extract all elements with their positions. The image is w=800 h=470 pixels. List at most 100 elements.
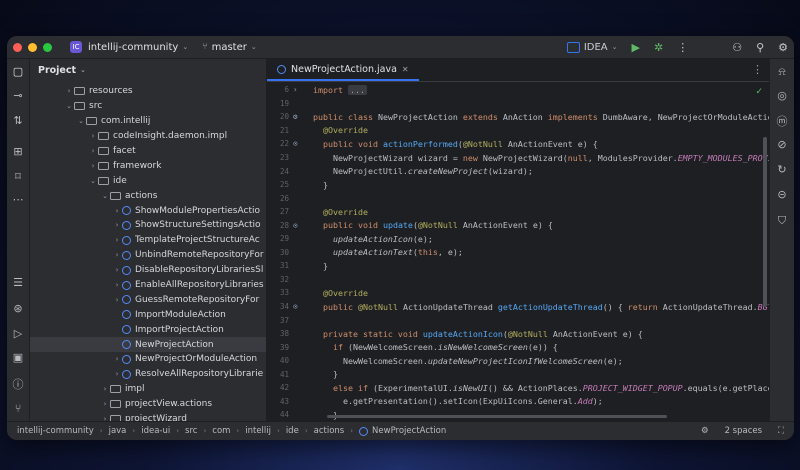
breadcrumb-item[interactable]: idea-ui [141,426,170,436]
terminal-icon[interactable]: ▣ [7,351,29,364]
chevron-right-icon[interactable]: › [88,132,98,140]
chevron-down-icon[interactable]: ⌄ [88,177,98,185]
tree-item[interactable]: › GuessRemoteRepositoryFor [30,292,266,307]
breadcrumb-item[interactable]: NewProjectAction [372,426,446,436]
chevron-right-icon[interactable]: › [64,87,74,95]
breadcrumb-item[interactable]: com [212,426,230,436]
tree-item[interactable]: ImportModuleAction [30,307,266,322]
memory-indicator-icon[interactable]: ⚙ [701,426,709,436]
tree-item[interactable]: › TemplateProjectStructureAc [30,233,266,248]
gutter-icon[interactable]: › [293,85,313,94]
code-line[interactable]: 34 ⊙ public @NotNull ActionUpdateThread g… [267,300,769,314]
tree-item[interactable]: › ShowStructureSettingsActio [30,218,266,233]
code-line[interactable]: 29 updateActionIcon(e); [267,232,769,246]
pull-requests-icon[interactable]: ⇅ [7,114,29,127]
horizontal-scrollbar[interactable] [327,415,667,418]
notifications-icon[interactable]: ⍾ [770,65,794,79]
gutter-icon[interactable]: ⊙ [293,302,313,311]
code-line[interactable]: 23 NewProjectWizard wizard = new NewProj… [267,151,769,165]
tree-item[interactable]: › framework [30,158,266,173]
tree-item[interactable]: › codeInsight.daemon.impl [30,129,266,144]
chevron-right-icon[interactable]: › [112,296,122,304]
tree-item[interactable]: › DisableRepositoryLibrariesSl [30,263,266,278]
code-line[interactable]: 32 [267,273,769,287]
code-line[interactable]: 30 updateActionText(this, e); [267,246,769,260]
code-line[interactable]: 21 @Override [267,124,769,138]
chevron-right-icon[interactable]: › [112,281,122,289]
gutter-icon[interactable]: ⊙ [293,221,313,230]
tree-item[interactable]: › EnableAllRepositoryLibraries [30,278,266,293]
chevron-down-icon[interactable]: ⌄ [100,192,110,200]
database-icon[interactable]: ⊘ [770,138,794,151]
chevron-right-icon[interactable]: › [112,236,122,244]
code-line[interactable]: 25 } [267,178,769,192]
close-window-button[interactable] [13,42,22,52]
bookmarks-icon[interactable]: ⌑ [7,170,29,183]
settings-gear-icon[interactable]: ⚙ [778,41,788,54]
run-config-selector[interactable]: IDEA ⌄ [566,41,618,53]
tree-item[interactable]: › facet [30,144,266,159]
code-line[interactable]: 37 [267,313,769,327]
chevron-right-icon[interactable]: › [112,355,122,363]
breadcrumb-item[interactable]: intellij-community [17,426,94,436]
tree-item[interactable]: ⌄ src [30,99,266,114]
code-line[interactable]: 39 if (NewWelcomeScreen.isNewWelcomeScre… [267,340,769,354]
code-line[interactable]: 38 private static void updateActionIcon(… [267,327,769,341]
more-icon[interactable]: ⋮ [677,41,688,54]
breadcrumb-item[interactable]: intellij [245,426,271,436]
code-line[interactable]: 41 } [267,367,769,381]
tree-item[interactable]: ImportProjectAction [30,322,266,337]
chevron-right-icon[interactable]: › [112,266,122,274]
tree-item[interactable]: › resources [30,84,266,99]
code-line[interactable]: 26 [267,191,769,205]
code-line[interactable]: 28 ⊙ public void update(@NotNull AnAction… [267,218,769,232]
git-icon[interactable]: ⑂ [7,402,29,415]
more-tools-icon[interactable]: ⋯ [7,193,29,206]
code-line[interactable]: 24 NewProjectUtil.createNewProject(wizar… [267,164,769,178]
tree-item[interactable]: › ShowModulePropertiesActio [30,203,266,218]
chevron-right-icon[interactable]: › [88,147,98,155]
code-line[interactable]: 27 @Override [267,205,769,219]
code-view[interactable]: 6 › import ... 19 20 ⚙ public class NewProject… [267,83,769,422]
tree-item[interactable]: › impl [30,382,266,397]
tab-new-project-action[interactable]: NewProjectAction.java ✕ [267,59,419,81]
chevron-right-icon[interactable]: › [100,400,110,408]
gradle-icon[interactable]: ↻ [770,163,794,176]
code-line[interactable]: 42 else if (ExperimentalUI.isNewUI() && … [267,381,769,395]
tree-item[interactable]: › ResolveAllRepositoryLibrarie [30,367,266,382]
tree-item[interactable]: › UnbindRemoteRepositoryFor [30,248,266,263]
code-line[interactable]: 40 NewWelcomeScreen.updateNewProjectIcon… [267,354,769,368]
code-line[interactable]: 6 › import ... [267,83,769,97]
ai-assistant-icon[interactable]: ◎ [770,89,794,102]
breadcrumb-item[interactable]: src [185,426,197,436]
code-line[interactable]: 43 e.getPresentation().setIcon(ExpUiIcon… [267,395,769,409]
code-line[interactable]: 33 @Override [267,286,769,300]
tree-item[interactable]: NewProjectAction [30,337,266,353]
gutter-icon[interactable]: ⚙ [293,112,313,121]
zoom-window-button[interactable] [43,42,52,52]
services-icon[interactable]: ⊛ [7,302,29,315]
code-line[interactable]: 22 ⊙ public void actionPerformed(@NotNull… [267,137,769,151]
chevron-right-icon[interactable]: › [112,221,122,229]
tree-item[interactable]: › projectView.actions [30,397,266,412]
tree-item[interactable]: ⌄ actions [30,188,266,203]
indent-setting[interactable]: 2 spaces [725,426,762,436]
chevron-right-icon[interactable]: › [112,370,122,378]
minimize-window-button[interactable] [28,42,37,52]
todo-icon[interactable]: ☰ [7,276,29,289]
inspection-ok-icon[interactable]: ✓ [755,87,763,97]
chevron-right-icon[interactable]: › [112,207,122,215]
search-icon[interactable]: ⚲ [756,41,764,54]
code-line[interactable]: 19 [267,97,769,111]
structure-icon[interactable]: ⊞ [7,145,29,158]
code-line[interactable]: 20 ⚙ public class NewProjectAction extends… [267,110,769,124]
maven-icon[interactable]: ⓜ [770,113,794,129]
chevron-right-icon[interactable]: › [88,162,98,170]
project-panel-header[interactable]: Project ⌄ [30,59,266,81]
vertical-scrollbar[interactable] [763,137,767,307]
run-tool-icon[interactable]: ▷ [7,327,29,340]
endpoints-icon[interactable]: ⊝ [770,188,794,201]
code-line[interactable]: 31 } [267,259,769,273]
add-user-icon[interactable]: ⚇ [732,41,742,54]
commit-icon[interactable]: ⊸ [7,89,29,102]
